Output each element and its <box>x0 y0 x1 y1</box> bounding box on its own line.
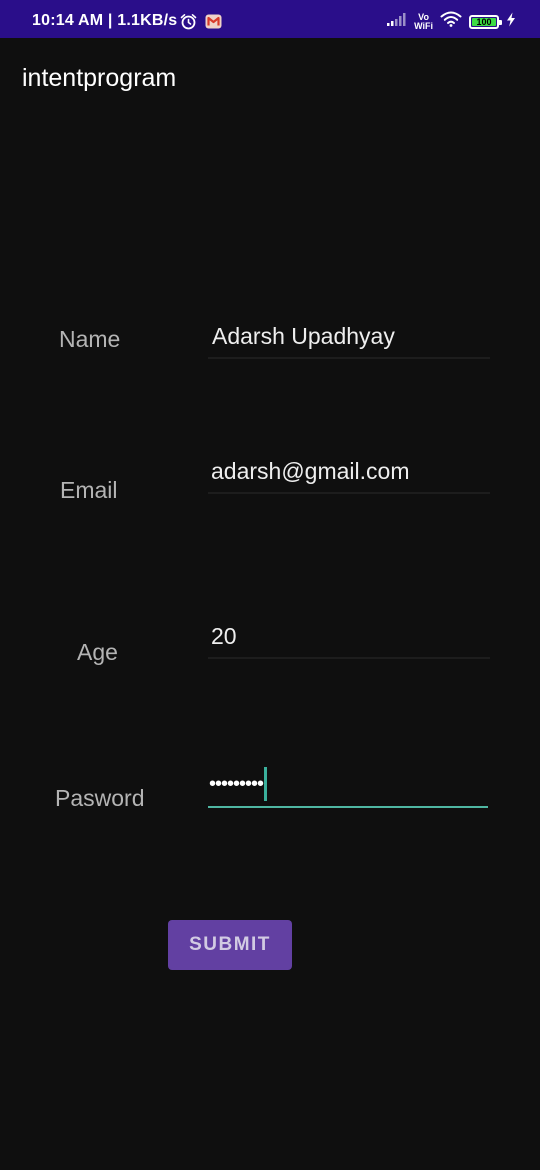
signal-icon <box>387 12 407 32</box>
charging-icon <box>506 12 516 32</box>
name-label: Name <box>59 326 121 352</box>
email-field[interactable]: adarsh@gmail.com <box>208 458 490 494</box>
name-value: Adarsh Upadhyay <box>212 323 395 349</box>
wifi-icon <box>440 11 462 32</box>
password-field[interactable]: ••••••••• <box>208 767 488 808</box>
email-label: Email <box>60 477 118 503</box>
status-time-speed: 10:14 AM | 1.1KB/s <box>32 12 178 29</box>
battery-icon: 100 <box>469 14 502 29</box>
email-value: adarsh@gmail.com <box>211 458 410 484</box>
notification-icons <box>180 13 222 35</box>
vowifi-icon: Vo WiFi <box>414 12 433 31</box>
vowifi-bottom-label: WiFi <box>414 20 433 31</box>
text-cursor <box>264 767 268 801</box>
gmail-icon <box>205 14 222 34</box>
password-label: Pasword <box>55 785 145 811</box>
age-field[interactable]: 20 <box>208 623 490 659</box>
system-icons: Vo WiFi 100 <box>387 11 516 32</box>
age-label: Age <box>77 639 118 665</box>
battery-level: 100 <box>476 16 492 27</box>
status-bar: 10:14 AM | 1.1KB/s Vo WiFi 100 <box>0 0 540 38</box>
submit-button[interactable]: SUBMIT <box>168 920 292 970</box>
app-title: intentprogram <box>22 64 177 92</box>
alarm-icon <box>180 13 197 35</box>
password-masked-value: ••••••••• <box>209 772 264 795</box>
name-field[interactable]: Adarsh Upadhyay <box>208 323 490 359</box>
age-value: 20 <box>211 623 237 649</box>
